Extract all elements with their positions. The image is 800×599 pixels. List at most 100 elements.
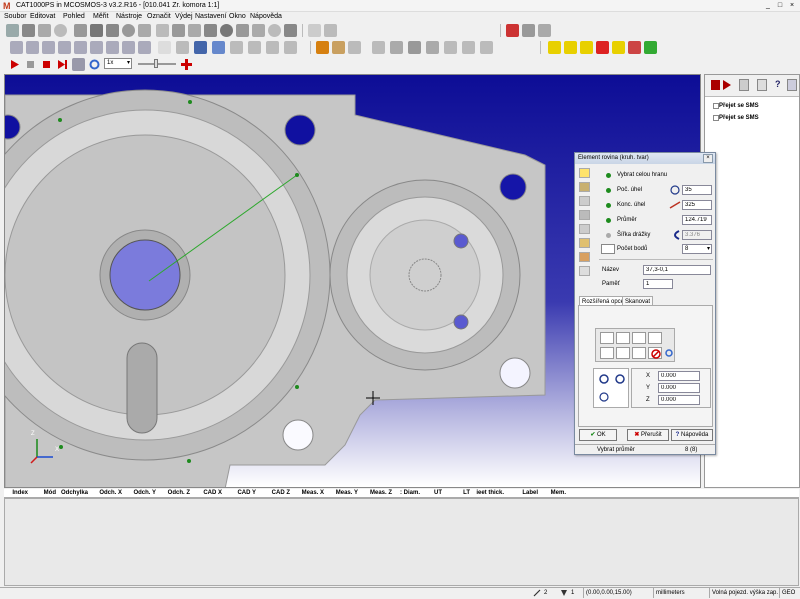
midpoint-icon[interactable] — [252, 24, 265, 37]
dialog-close-button[interactable]: × — [703, 154, 713, 163]
cone-icon[interactable] — [106, 24, 119, 37]
torus-icon[interactable] — [138, 24, 151, 37]
clip-icon[interactable] — [462, 41, 475, 54]
play-icon[interactable] — [722, 80, 732, 90]
angle-icon[interactable] — [220, 24, 233, 37]
menu-vydej[interactable]: Výdej — [175, 12, 193, 22]
measure-point-icon[interactable] — [10, 41, 23, 54]
column-header[interactable]: UT — [420, 489, 442, 498]
memory-input[interactable] — [643, 279, 673, 289]
start-angle-input[interactable] — [682, 185, 712, 195]
menu-napoveda[interactable]: Nápověda — [250, 12, 282, 22]
column-header[interactable]: Odchylka — [56, 489, 88, 498]
measure-cylinder-icon[interactable] — [74, 41, 87, 54]
add-icon[interactable] — [180, 58, 193, 71]
line-icon[interactable] — [22, 24, 35, 37]
measure-torus-icon[interactable] — [138, 41, 151, 54]
step-icon[interactable] — [40, 58, 53, 71]
column-header[interactable]: Meas. Y — [324, 489, 358, 498]
measure-line-icon[interactable] — [26, 41, 39, 54]
measure-plane-icon[interactable] — [42, 41, 55, 54]
slot-icon[interactable] — [156, 24, 169, 37]
repeat-select[interactable]: 1x ▾ — [104, 58, 132, 69]
circle-icon[interactable] — [54, 24, 67, 37]
view-icon[interactable] — [158, 41, 171, 54]
intersection-icon[interactable] — [188, 24, 201, 37]
path-mode-icon[interactable] — [632, 332, 646, 344]
column-header[interactable]: ieet thick. — [470, 489, 504, 498]
point-count-icon[interactable] — [601, 244, 615, 254]
column-header[interactable]: Mód — [28, 489, 56, 498]
point-count-select[interactable]: 8 ▾ — [682, 244, 712, 254]
path-mode-icon[interactable] — [616, 332, 630, 344]
menu-merit[interactable]: Měřit — [93, 12, 109, 22]
tree-item[interactable]: Přejet se SMS — [719, 115, 759, 121]
ok-button[interactable]: ✔ OK — [579, 429, 617, 441]
speed-slider-handle[interactable] — [154, 59, 158, 68]
projection-icon[interactable] — [268, 24, 281, 37]
machine-icon[interactable] — [408, 41, 421, 54]
shaded-icon[interactable] — [332, 41, 345, 54]
column-header[interactable]: CAD Z — [256, 489, 290, 498]
tangent-icon[interactable] — [284, 24, 297, 37]
highlight-icon[interactable] — [628, 41, 641, 54]
run-icon[interactable] — [8, 58, 21, 71]
side-tool-icon[interactable] — [579, 238, 590, 248]
column-header[interactable]: Odch. X — [88, 489, 122, 498]
z-input[interactable] — [658, 395, 700, 405]
column-header[interactable]: Odch. Y — [122, 489, 156, 498]
menu-nastroje[interactable]: Nástroje — [116, 12, 142, 22]
stylus-icon[interactable] — [324, 24, 337, 37]
rotate-right-icon[interactable] — [613, 373, 627, 385]
measure-sphere-icon[interactable] — [106, 41, 119, 54]
measure-circle-icon[interactable] — [58, 41, 71, 54]
stop-icon[interactable] — [711, 80, 720, 90]
menu-oznacit[interactable]: Označit — [147, 12, 171, 22]
select-all-icon[interactable] — [564, 41, 577, 54]
end-angle-icon[interactable] — [669, 200, 681, 210]
probe-icon[interactable] — [308, 24, 321, 37]
column-header[interactable]: Label — [504, 489, 538, 498]
path-mode-icon[interactable] — [648, 332, 662, 344]
loop-icon[interactable] — [72, 58, 85, 71]
table-icon[interactable] — [426, 41, 439, 54]
next-icon[interactable] — [56, 58, 69, 71]
speed-slider[interactable] — [138, 59, 176, 68]
rotate-icon[interactable] — [212, 41, 225, 54]
circle-direction-icon[interactable] — [597, 391, 611, 403]
point-icon[interactable] — [6, 24, 19, 37]
deselect-icon[interactable] — [580, 41, 593, 54]
side-view-icon[interactable] — [284, 41, 297, 54]
fit-icon[interactable] — [230, 41, 243, 54]
measure-cone-icon[interactable] — [90, 41, 103, 54]
top-view-icon[interactable] — [248, 41, 261, 54]
name-input[interactable] — [643, 265, 711, 275]
stop-icon[interactable] — [24, 58, 37, 71]
path-mode-icon[interactable] — [600, 332, 614, 344]
wireframe-icon[interactable] — [348, 41, 361, 54]
symmetry-icon[interactable] — [236, 24, 249, 37]
cylinder-icon[interactable] — [90, 24, 103, 37]
side-tool-icon[interactable] — [579, 252, 590, 262]
x-input[interactable] — [658, 371, 700, 381]
column-header[interactable]: : Diam. — [392, 489, 420, 498]
tolerance-icon[interactable] — [644, 41, 657, 54]
select-edge-label[interactable]: Vybrat celou hranu — [617, 172, 667, 178]
plane-icon[interactable] — [38, 24, 51, 37]
side-tool-icon[interactable] — [579, 266, 590, 276]
start-angle-icon[interactable] — [669, 185, 681, 195]
section-icon[interactable] — [444, 41, 457, 54]
results-table-body[interactable] — [4, 498, 799, 586]
distance-icon[interactable] — [204, 24, 217, 37]
ellipse-icon[interactable] — [74, 24, 87, 37]
side-tool-icon[interactable] — [579, 168, 590, 178]
cube-icon[interactable] — [316, 41, 329, 54]
part-icon[interactable] — [372, 41, 385, 54]
pointer-icon[interactable] — [596, 41, 609, 54]
measure-slot-icon[interactable] — [122, 41, 135, 54]
zoom-icon[interactable] — [176, 41, 189, 54]
help-icon[interactable]: ? — [775, 79, 785, 91]
groove-width-input[interactable] — [682, 230, 712, 240]
select-icon[interactable] — [548, 41, 561, 54]
cad-icon[interactable] — [506, 24, 519, 37]
